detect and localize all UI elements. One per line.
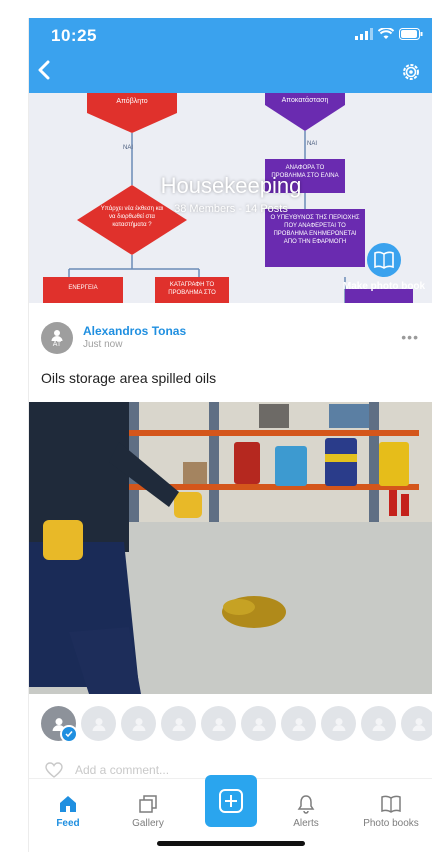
flow-yes-left: ΝΑΙ xyxy=(123,145,134,151)
make-photo-book-label: Make photo book xyxy=(342,281,426,292)
viewer-avatar[interactable] xyxy=(121,706,156,741)
wifi-icon xyxy=(378,28,394,39)
user-icon xyxy=(51,329,63,341)
home-icon xyxy=(60,796,76,812)
post-photo[interactable] xyxy=(29,402,432,694)
group-title: Housekeeping xyxy=(160,173,302,198)
author-avatar[interactable]: AT xyxy=(41,322,73,354)
plus-icon xyxy=(219,789,243,813)
user-icon xyxy=(92,717,105,731)
viewer-avatar[interactable] xyxy=(241,706,276,741)
flow-yes-right: ΝΑΙ xyxy=(307,141,318,147)
viewer-avatar[interactable] xyxy=(81,706,116,741)
tab-photo-books[interactable]: Photo books xyxy=(351,793,431,829)
user-icon xyxy=(252,717,265,731)
post-header: AT Alexandros Tonas Just now ••• xyxy=(29,308,432,378)
chevron-left-icon xyxy=(38,60,50,80)
gear-icon xyxy=(403,64,419,80)
status-time: 10:25 xyxy=(51,26,97,45)
avatar-initials: AT xyxy=(52,340,62,348)
viewer-avatar[interactable] xyxy=(201,706,236,741)
heart-icon[interactable] xyxy=(45,762,63,778)
comment-input[interactable]: Add a comment... xyxy=(75,763,169,777)
flow-top-right-text: Αποκατάσταση xyxy=(281,97,329,104)
user-icon xyxy=(332,717,345,731)
viewer-avatar[interactable] xyxy=(361,706,396,741)
status-icons xyxy=(355,28,423,40)
user-icon xyxy=(132,717,145,731)
viewer-avatar[interactable] xyxy=(281,706,316,741)
user-icon xyxy=(172,717,185,731)
user-icon xyxy=(292,717,305,731)
flow-bottom-left: ΕΝΕΡΓΕΙΑ xyxy=(68,285,98,291)
spill-photo-illustration xyxy=(29,402,432,694)
viewer-avatar[interactable] xyxy=(161,706,196,741)
bottom-tab-bar: Feed Gallery Alerts Photo books xyxy=(29,775,432,852)
group-cover-image[interactable]: Απόβλητο Αποκατάσταση ΝΑΙ ΝΑΙ Υπάρχει νέ… xyxy=(29,93,432,303)
bell-icon xyxy=(297,795,315,814)
author-name[interactable]: Alexandros Tonas xyxy=(83,324,186,338)
viewer-avatar[interactable] xyxy=(401,706,432,741)
app-screen: 10:25 Απόβλητο Αποκατάσταση ΝΑΙ ΝΑΙ Υπάρ… xyxy=(28,18,432,852)
gallery-icon xyxy=(139,795,157,813)
tab-feed[interactable]: Feed xyxy=(33,793,103,829)
user-icon xyxy=(372,717,385,731)
user-icon xyxy=(212,717,225,731)
battery-icon xyxy=(399,28,423,40)
viewer-avatar-self[interactable] xyxy=(41,706,78,743)
header-bar: 10:25 xyxy=(29,18,432,93)
group-stats: 38 Members - 14 Posts xyxy=(174,203,288,215)
photo-book-circle xyxy=(367,243,401,277)
flow-box-right-2: Ο ΥΠΕΥΘΥΝΟΣ ΤΗΣ ΠΕΡΙΟΧΗΣ ΠΟΥ ΑΝΑΦΕΡΕΤΑΙ … xyxy=(270,215,360,245)
tab-alerts[interactable]: Alerts xyxy=(271,793,341,829)
post-text: Oils storage area spilled oils xyxy=(41,370,217,386)
tab-photo-books-label: Photo books xyxy=(363,818,419,829)
tab-gallery-label: Gallery xyxy=(132,818,164,829)
check-icon xyxy=(60,725,78,743)
flow-top-left-text: Απόβλητο xyxy=(116,98,148,105)
settings-button[interactable] xyxy=(401,62,421,87)
home-indicator xyxy=(157,841,305,846)
more-options-button[interactable]: ••• xyxy=(401,329,419,345)
make-photo-book-button[interactable]: Make photo book xyxy=(339,243,429,292)
tab-alerts-label: Alerts xyxy=(293,818,319,829)
create-post-button[interactable] xyxy=(205,775,257,827)
flow-bottom-mid: ΚΑΤΑΓΡΑΦΗ ΤΟ ΠΡΟΒΛΗΜΑ ΣΤΟ xyxy=(168,282,216,296)
viewer-avatars[interactable] xyxy=(41,706,432,743)
book-icon xyxy=(374,251,394,269)
tab-feed-label: Feed xyxy=(56,818,80,829)
tab-gallery[interactable]: Gallery xyxy=(113,793,183,829)
photo-book-icon xyxy=(381,795,401,813)
post-time: Just now xyxy=(83,339,123,350)
add-comment-row[interactable]: Add a comment... xyxy=(45,762,169,778)
signal-icon xyxy=(355,28,373,40)
user-icon xyxy=(412,717,425,731)
viewer-avatar[interactable] xyxy=(321,706,356,741)
back-button[interactable] xyxy=(37,60,51,85)
